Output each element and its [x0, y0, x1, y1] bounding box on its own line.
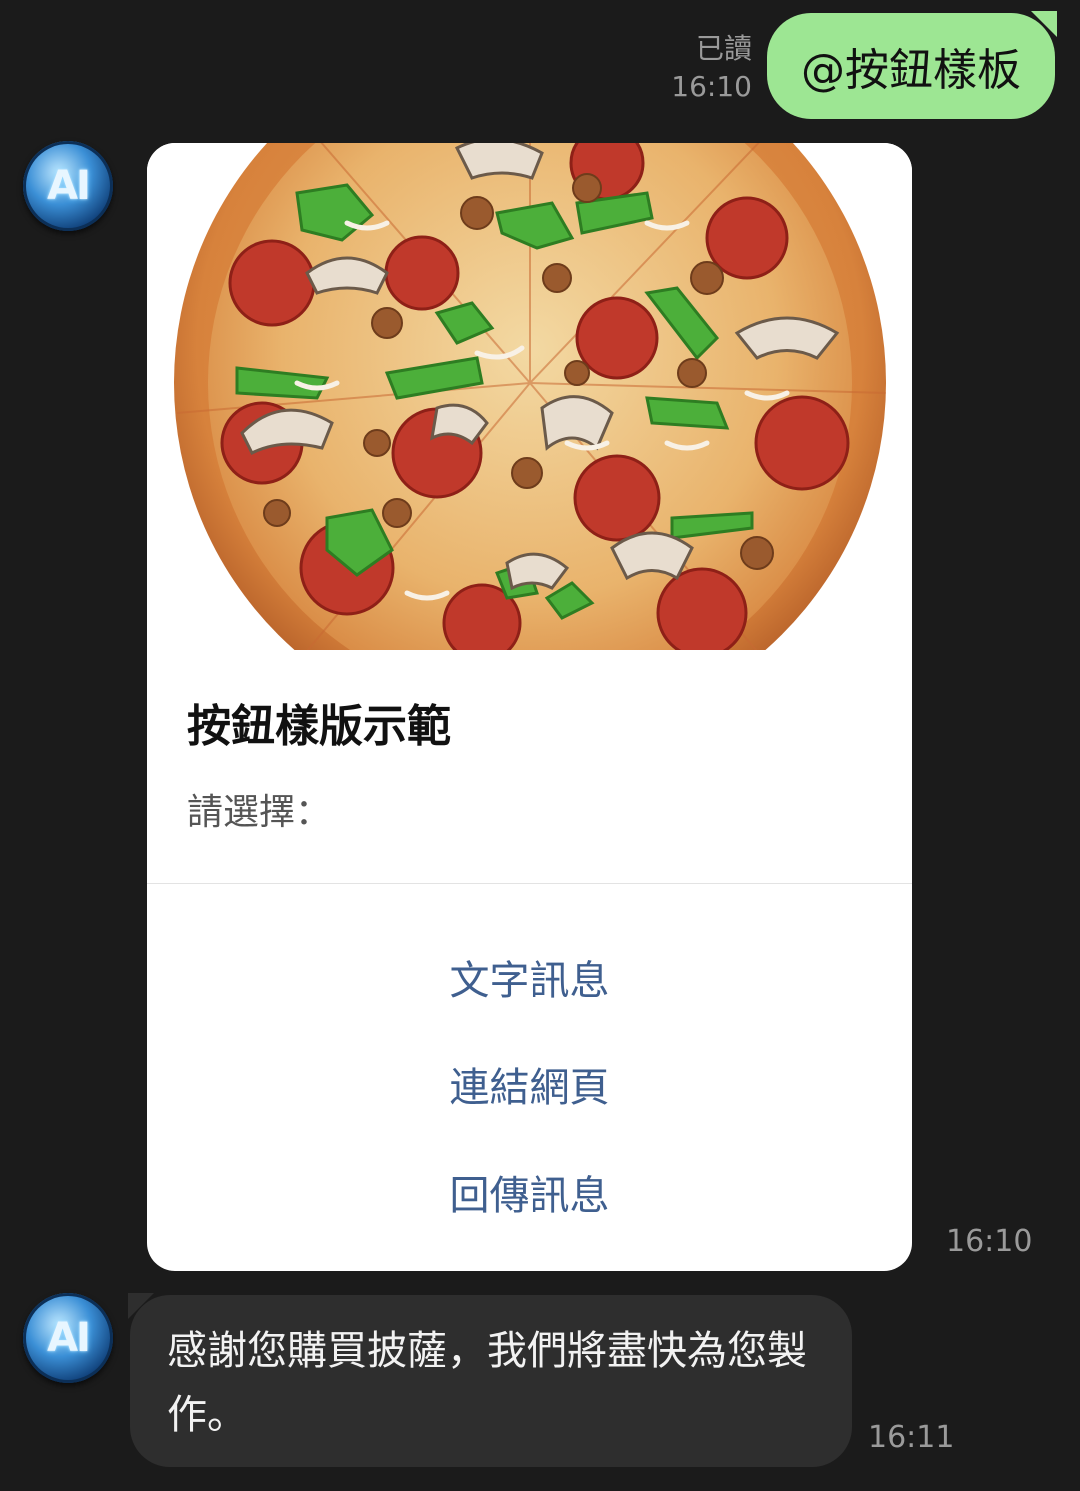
- card-text: 請選擇：: [187, 792, 332, 833]
- read-receipt: 已讀: [695, 32, 752, 65]
- incoming-time: 16:11: [868, 1420, 955, 1455]
- outgoing-time: 16:10: [671, 70, 752, 103]
- outgoing-meta: 已讀 16:10: [660, 30, 752, 106]
- pizza-image[interactable]: [147, 143, 912, 650]
- action-button-postback[interactable]: 回傳訊息: [147, 1163, 912, 1221]
- avatar-label: AI: [47, 163, 91, 209]
- bot-avatar[interactable]: AI: [23, 1293, 113, 1383]
- bot-avatar[interactable]: AI: [23, 141, 113, 231]
- card-divider: [147, 883, 912, 884]
- incoming-message-bubble[interactable]: 感謝您購買披薩，我們將盡快為您製作。: [128, 1293, 852, 1467]
- chat-screen: 已讀 16:10 @按鈕樣板 AI 按鈕樣版示範 請選擇： 文字訊息 連結網頁 …: [0, 0, 1080, 1491]
- button-template-card: 按鈕樣版示範 請選擇： 文字訊息 連結網頁 回傳訊息: [147, 143, 912, 1271]
- outgoing-message-bubble[interactable]: @按鈕樣板: [767, 13, 1055, 119]
- outgoing-message-text: @按鈕樣板: [801, 45, 1021, 96]
- pizza-illustration: [174, 143, 886, 650]
- action-button-text-message[interactable]: 文字訊息: [147, 948, 912, 1006]
- card-time: 16:10: [946, 1224, 1033, 1259]
- incoming-message-text: 感謝您購買披薩，我們將盡快為您製作。: [167, 1328, 807, 1438]
- card-title: 按鈕樣版示範: [187, 701, 451, 752]
- avatar-label: AI: [47, 1315, 91, 1361]
- action-button-link-webpage[interactable]: 連結網頁: [147, 1055, 912, 1113]
